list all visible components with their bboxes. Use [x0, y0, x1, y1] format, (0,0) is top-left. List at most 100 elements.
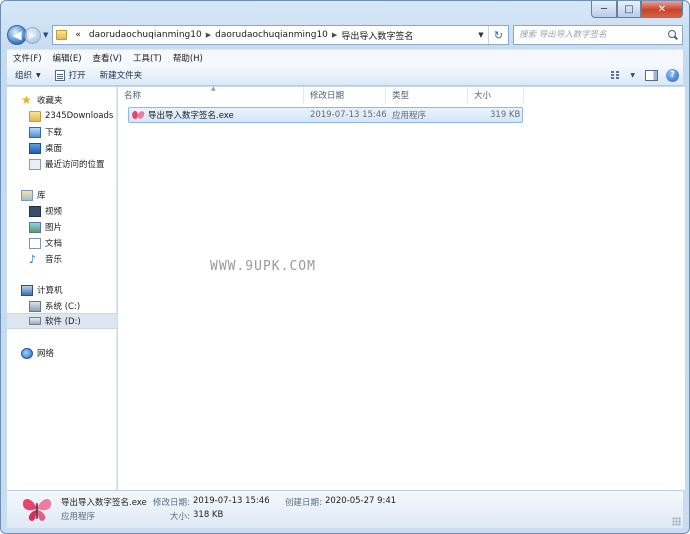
change-view-icon[interactable]	[611, 70, 625, 80]
menu-help[interactable]: 帮助(H)	[173, 52, 203, 64]
help-icon[interactable]: ?	[666, 68, 679, 82]
forward-arrow-icon: ▶	[28, 29, 37, 41]
refresh-icon[interactable]: ↻	[488, 26, 508, 44]
table-row[interactable]: 导出导入数字签名.exe 2019-07-13 15:46 应用程序 319 K…	[128, 107, 523, 123]
preview-pane-icon[interactable]	[645, 69, 658, 81]
column-label: 名称	[124, 91, 142, 101]
column-header-modified[interactable]: 修改日期	[304, 87, 386, 103]
details-size-label: 大小:	[170, 512, 190, 522]
nav-item-music[interactable]: ♪ 音乐	[7, 251, 117, 267]
breadcrumb-overflow[interactable]: «	[71, 30, 85, 40]
nav-item-documents[interactable]: 文档	[7, 235, 117, 251]
nav-item-drive-c[interactable]: 系统 (C:)	[7, 298, 117, 314]
nav-label: 最近访问的位置	[45, 160, 105, 170]
details-pane: 导出导入数字签名.exe 修改日期: 2019-07-13 15:46 创建日期…	[7, 490, 683, 528]
column-header-size[interactable]: 大小	[468, 87, 524, 103]
menu-view[interactable]: 查看(V)	[93, 52, 122, 64]
organize-label: 组织	[15, 71, 33, 81]
address-dropdown-icon[interactable]: ▼	[474, 31, 488, 39]
open-button[interactable]: 打开	[54, 69, 86, 81]
details-created-value: 2020-05-27 9:41	[325, 496, 397, 506]
library-icon	[21, 189, 33, 201]
menu-file[interactable]: 文件(F)	[13, 52, 42, 64]
navigation-pane: ★ 收藏夹 2345Downloads 下载 桌面 最近访问的位置 库 视频 图…	[7, 87, 117, 490]
desktop-icon	[29, 142, 41, 154]
column-label: 类型	[392, 91, 410, 101]
recent-pages-dropdown[interactable]: ▼	[43, 31, 48, 39]
document-icon	[29, 237, 41, 249]
nav-item-downloads[interactable]: 下载	[7, 124, 117, 140]
menu-tools[interactable]: 工具(T)	[133, 52, 162, 64]
command-bar: 组织 ▼ 打开 新建文件夹 ▼ ?	[7, 65, 683, 86]
details-size-value: 318 KB	[193, 510, 224, 520]
toolbar-right: ▼ ?	[611, 68, 679, 82]
address-bar[interactable]: « daorudaochuqianming10 ▶ daorudaochuqia…	[52, 25, 509, 45]
network-icon	[21, 347, 33, 359]
nav-label: 下载	[45, 128, 63, 138]
file-name: 导出导入数字签名.exe	[148, 111, 234, 121]
nav-item-recent-places[interactable]: 最近访问的位置	[7, 156, 117, 172]
nav-libraries[interactable]: 库	[7, 187, 117, 203]
video-icon	[29, 205, 41, 217]
menu-edit[interactable]: 编辑(E)	[53, 52, 82, 64]
forward-button[interactable]: ▶	[24, 26, 41, 44]
folder-icon	[56, 30, 68, 40]
file-list: 名称 ▲ 修改日期 类型 大小 导出导入数字签名.exe 2019-07-13 …	[118, 85, 685, 490]
system-drive-icon	[29, 300, 41, 312]
resize-grip[interactable]	[672, 517, 681, 526]
file-type: 应用程序	[392, 111, 427, 121]
music-icon: ♪	[29, 252, 37, 266]
open-label: 打开	[68, 71, 86, 81]
details-type: 应用程序	[61, 512, 96, 522]
watermark-text: WWW.9UPK.COM	[210, 259, 316, 274]
nav-label: 网络	[37, 349, 55, 359]
minimize-button[interactable]: ─	[591, 1, 617, 18]
nav-label: 文档	[45, 239, 63, 249]
nav-item-drive-d[interactable]: 软件 (D:)	[7, 313, 117, 329]
nav-label: 软件 (D:)	[45, 317, 81, 327]
address-row: ◀ ▶ ▼ « daorudaochuqianming10 ▶ daorudao…	[7, 23, 683, 47]
sort-ascending-icon: ▲	[211, 85, 216, 92]
column-header-type[interactable]: 类型	[386, 87, 468, 103]
search-box[interactable]	[513, 25, 683, 45]
butterfly-app-icon	[22, 498, 52, 521]
search-input[interactable]	[519, 30, 659, 40]
details-filename: 导出导入数字签名.exe	[61, 498, 147, 508]
breadcrumb-item[interactable]: daorudaochuqianming10	[211, 30, 332, 40]
menu-bar: 文件(F) 编辑(E) 查看(V) 工具(T) 帮助(H)	[7, 49, 683, 65]
computer-icon	[21, 284, 33, 296]
maximize-button[interactable]: □	[617, 1, 641, 18]
details-modified-label: 修改日期:	[153, 498, 190, 508]
nav-item-desktop[interactable]: 桌面	[7, 140, 117, 156]
nav-item-2345downloads[interactable]: 2345Downloads	[7, 108, 117, 124]
picture-icon	[29, 221, 41, 233]
file-size: 319 KB	[490, 110, 521, 120]
search-icon[interactable]	[668, 30, 678, 40]
nav-favorites[interactable]: ★ 收藏夹	[7, 92, 117, 108]
nav-label: 视频	[45, 207, 63, 217]
drive-icon	[29, 317, 41, 325]
back-arrow-icon: ◀	[12, 28, 22, 42]
nav-item-pictures[interactable]: 图片	[7, 219, 117, 235]
nav-label: 收藏夹	[37, 96, 63, 106]
new-folder-button[interactable]: 新建文件夹	[100, 69, 143, 81]
view-dropdown-icon[interactable]: ▼	[630, 72, 635, 79]
breadcrumb-item[interactable]: daorudaochuqianming10	[85, 30, 206, 40]
download-folder-icon	[29, 126, 41, 138]
column-header-name[interactable]: 名称 ▲	[118, 85, 304, 103]
butterfly-app-icon	[132, 110, 144, 120]
nav-label: 库	[37, 191, 46, 201]
breadcrumb-item-current[interactable]: 导出导入数字签名	[337, 29, 417, 42]
nav-computer[interactable]: 计算机	[7, 282, 117, 298]
column-label: 大小	[474, 91, 492, 101]
organize-button[interactable]: 组织 ▼	[15, 69, 41, 81]
nav-network[interactable]: 网络	[7, 345, 117, 361]
recent-places-icon	[29, 158, 41, 170]
explorer-window: ─ □ ✕ ◀ ▶ ▼ « daorudaochuqianming10 ▶ da…	[0, 0, 690, 534]
close-button[interactable]: ✕	[641, 1, 683, 18]
file-modified: 2019-07-13 15:46	[310, 110, 387, 120]
chevron-down-icon: ▼	[36, 71, 41, 79]
nav-label: 计算机	[37, 286, 63, 296]
details-modified-value: 2019-07-13 15:46	[193, 496, 270, 506]
nav-item-videos[interactable]: 视频	[7, 203, 117, 219]
